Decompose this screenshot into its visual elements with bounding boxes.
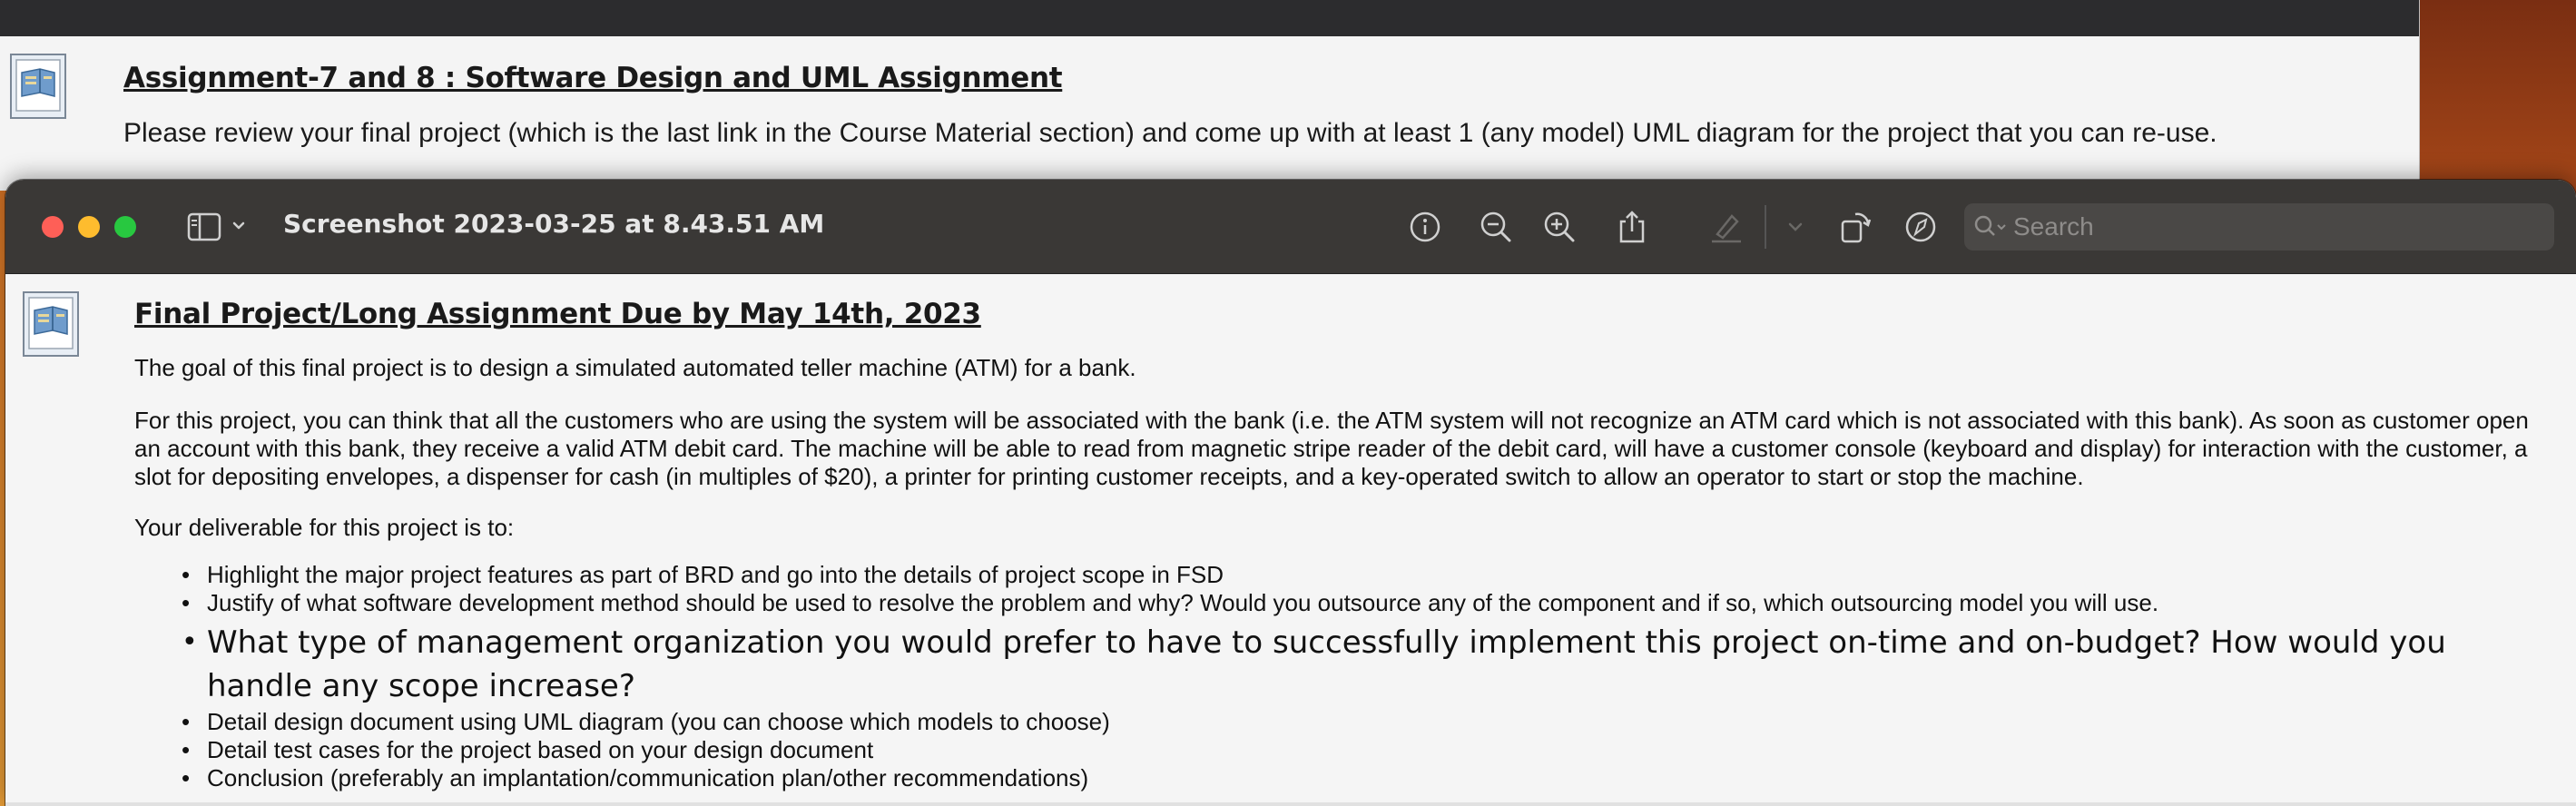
sidebar-toggle-button[interactable] — [187, 211, 251, 243]
zoom-in-button[interactable] — [1539, 207, 1579, 247]
rotate-button[interactable] — [1835, 207, 1875, 247]
deliverable-item: Detail design document using UML diagram… — [134, 708, 2558, 736]
preview-window[interactable]: Screenshot 2023-03-25 at 8.43.51 AM Sear… — [5, 180, 2576, 806]
highlight-icon — [1712, 214, 1741, 243]
zoom-in-icon — [1544, 211, 1575, 242]
project-document-icon — [22, 290, 84, 359]
minimize-window-button[interactable] — [78, 216, 100, 238]
search-field[interactable] — [1964, 203, 2554, 251]
background-window-topbar — [0, 0, 2419, 36]
assignment-document-icon — [9, 53, 71, 122]
zoom-out-icon — [1480, 211, 1511, 242]
deliverable-item: Highlight the major project features as … — [134, 561, 2558, 589]
project-goal-text: The goal of this final project is to des… — [134, 354, 1136, 381]
project-description-text: For this project, you can think that all… — [134, 407, 2529, 490]
content-bottom-edge — [5, 802, 2576, 806]
deliverables-list: Highlight the major project features as … — [134, 561, 2558, 792]
markup-icon — [1905, 211, 1936, 242]
search-icon — [1973, 214, 2010, 240]
deliverable-item: What type of management organization you… — [134, 621, 2558, 708]
window-title: Screenshot 2023-03-25 at 8.43.51 AM — [283, 209, 825, 239]
sidebar-icon — [187, 212, 245, 241]
info-icon — [1410, 211, 1440, 242]
deliverable-item: Conclusion (preferably an implantation/c… — [134, 764, 2558, 792]
preview-titlebar[interactable]: Screenshot 2023-03-25 at 8.43.51 AM — [5, 180, 2576, 274]
share-button[interactable] — [1612, 207, 1652, 247]
markup-button[interactable] — [1901, 207, 1941, 247]
deliverable-item: Justify of what software development met… — [134, 589, 2558, 617]
highlight-button[interactable] — [1706, 207, 1746, 247]
project-title-link[interactable]: Final Project/Long Assignment Due by May… — [134, 298, 981, 330]
background-assignment-title-link[interactable]: Assignment-7 and 8 : Software Design and… — [123, 62, 1063, 94]
toolbar-separator — [1765, 205, 1766, 249]
share-icon — [1619, 211, 1645, 243]
document-content: Final Project/Long Assignment Due by May… — [5, 274, 2576, 806]
zoom-out-button[interactable] — [1476, 207, 1516, 247]
deliverable-intro-text: Your deliverable for this project is to: — [134, 514, 515, 541]
search-input[interactable] — [2013, 203, 2540, 251]
maximize-window-button[interactable] — [114, 216, 136, 238]
info-button[interactable] — [1405, 207, 1445, 247]
highlight-options-button[interactable] — [1775, 207, 1815, 247]
background-browser-window[interactable]: Assignment-7 and 8 : Software Design and… — [0, 0, 2420, 191]
background-assignment-description: Please review your final project (which … — [123, 118, 2217, 148]
close-window-button[interactable] — [42, 216, 64, 238]
deliverable-item: Detail test cases for the project based … — [134, 736, 2558, 764]
rotate-icon — [1841, 212, 1872, 243]
chevron-down-icon — [1788, 222, 1803, 231]
